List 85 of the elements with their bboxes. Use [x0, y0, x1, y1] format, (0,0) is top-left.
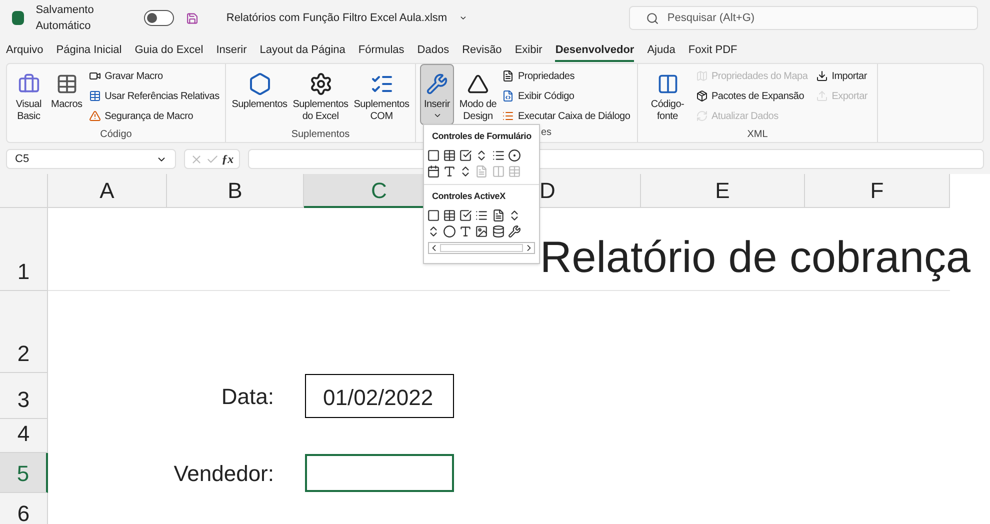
form-control-icon[interactable] [491, 208, 506, 222]
ribbon-icon [816, 90, 828, 102]
form-control-icon[interactable] [474, 224, 489, 238]
form-control-icon[interactable] [474, 208, 489, 222]
ribbon-button[interactable]: Pacotes de Expansão [696, 86, 808, 106]
ribbon-button[interactable]: Importar [816, 66, 868, 86]
search-field[interactable]: Pesquisar (Alt+G) [629, 6, 978, 30]
ribbon-button[interactable]: Segurança de Macro [88, 106, 220, 126]
form-control-icon[interactable] [491, 224, 506, 238]
form-control-icon[interactable] [426, 164, 440, 178]
ribbon-button[interactable]: Suplementos [230, 64, 290, 116]
form-control-icon[interactable] [508, 224, 522, 238]
form-control-icon[interactable] [442, 164, 456, 178]
report-title: Relatório de cobrança [540, 232, 970, 284]
save-icon[interactable] [186, 10, 198, 26]
ribbon-icon [502, 70, 514, 82]
form-control-icon[interactable] [508, 148, 522, 162]
ribbon-icon [696, 90, 708, 102]
row-header[interactable]: 6 [0, 493, 48, 524]
menu-tab[interactable]: Arquivo [6, 40, 44, 62]
row-header[interactable]: 1 [0, 208, 48, 291]
ribbon-button[interactable]: Inserir [420, 64, 454, 125]
cell-label: Data: [221, 382, 274, 410]
ribbon-button[interactable]: Usar Referências Relativas [88, 86, 220, 106]
cell-label: Vendedor: [174, 460, 274, 488]
autosave-label: Salvamento Automático [36, 2, 95, 34]
column-header[interactable]: A [48, 174, 167, 208]
ribbon-button[interactable]: Modo de Design [456, 64, 500, 128]
row-header[interactable]: 5 [0, 453, 48, 493]
ribbon-icon [88, 70, 101, 82]
ribbon-button[interactable]: Código-fonte [648, 64, 688, 128]
ribbon-icon [816, 70, 828, 82]
selected-cell[interactable] [305, 454, 454, 492]
menu-tab[interactable]: Fórmulas [358, 40, 404, 62]
row-header[interactable]: 4 [0, 419, 48, 453]
form-control-icon[interactable] [426, 148, 440, 162]
menu-tab[interactable]: Dados [417, 40, 450, 62]
row-header[interactable]: 3 [0, 373, 48, 419]
ribbon-icon [502, 90, 514, 102]
menu-section-title: Controles de Formulário [431, 130, 532, 142]
form-control-icon[interactable] [491, 148, 506, 162]
form-control-icon[interactable] [442, 148, 456, 162]
menu-tab[interactable]: Página Inicial [56, 40, 122, 62]
ribbon-button[interactable]: Propriedades [502, 66, 630, 86]
form-control-icon[interactable] [442, 208, 456, 222]
menu-tab[interactable]: Ajuda [647, 40, 676, 62]
form-control-icon[interactable] [442, 224, 456, 238]
row-header[interactable]: 2 [0, 291, 48, 373]
menu-tab[interactable]: Inserir [216, 40, 247, 62]
ribbon-icon [88, 110, 101, 122]
ribbon-button[interactable]: Visual Basic [12, 64, 45, 128]
ribbon-button[interactable]: Gravar Macro [88, 66, 220, 86]
ribbon-button[interactable]: Suplementos do Excel [290, 64, 352, 128]
group-title: es [541, 126, 552, 140]
group-title: XML [747, 128, 768, 142]
date-cell[interactable]: 01/02/2022 [305, 374, 454, 418]
ribbon-button[interactable]: Suplementos COM [352, 64, 412, 128]
form-control-icon[interactable] [458, 208, 473, 222]
menu-tab[interactable]: Layout da Página [260, 40, 346, 62]
column-header[interactable]: F [805, 174, 950, 208]
ribbon-icon [696, 70, 708, 82]
search-placeholder: Pesquisar (Alt+G) [667, 10, 755, 26]
name-box[interactable]: C5 [6, 149, 176, 169]
search-icon [646, 12, 660, 24]
form-control-icon[interactable] [426, 208, 440, 222]
file-name[interactable]: Relatórios com Função Filtro Excel Aula.xlsm [226, 10, 448, 26]
column-header[interactable]: E [641, 174, 805, 208]
ribbon-button[interactable]: Macros [48, 64, 85, 116]
caret-icon [432, 111, 442, 120]
ribbon-icon [88, 90, 101, 102]
column-header[interactable]: B [167, 174, 304, 208]
form-control-icon[interactable] [458, 148, 473, 162]
form-control-icon[interactable] [458, 224, 473, 238]
scrollbar[interactable] [428, 242, 535, 254]
group-title: Suplementos [291, 128, 350, 142]
ribbon-icon [696, 110, 708, 122]
ribbon-button[interactable]: Executar Caixa de Diálogo [502, 106, 630, 126]
autosave-toggle[interactable] [144, 10, 174, 26]
menu-tab[interactable]: Guia do Excel [134, 40, 204, 62]
menu-tab[interactable]: Exibir [514, 40, 542, 62]
menu-tab[interactable]: Foxit PDF [688, 40, 738, 62]
ribbon-button[interactable]: Exibir Código [502, 86, 630, 106]
group-title: Código [100, 128, 132, 142]
menu-tab[interactable]: Revisão [462, 40, 502, 62]
check-icon[interactable] [206, 152, 219, 166]
